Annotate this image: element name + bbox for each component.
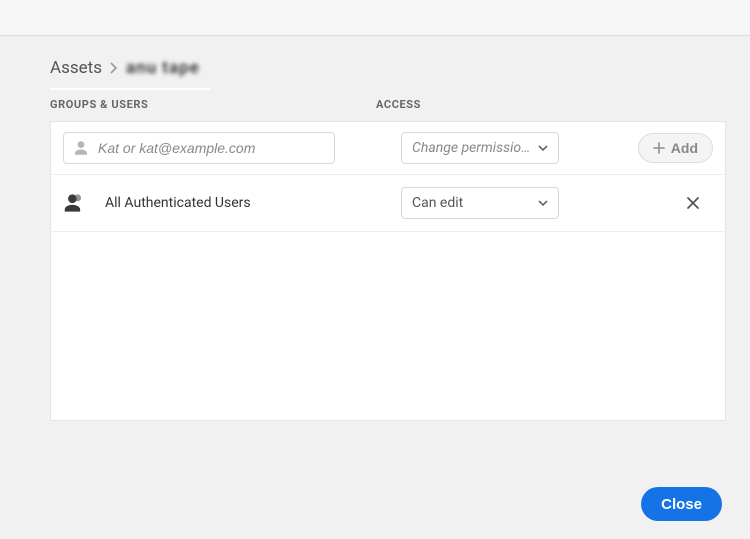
add-button-label: Add [671, 140, 698, 156]
add-button[interactable]: Add [638, 133, 713, 163]
breadcrumb-root[interactable]: Assets [50, 58, 102, 78]
permissions-panel: Change permissio… Add [50, 121, 726, 421]
breadcrumb-current: anu tape [126, 58, 200, 78]
user-icon [72, 139, 90, 157]
close-icon [686, 196, 700, 210]
close-button[interactable]: Close [641, 487, 722, 521]
permission-select-label: Can edit [412, 195, 463, 211]
column-header-access: ACCESS [376, 98, 606, 121]
permission-row-name: All Authenticated Users [87, 195, 389, 211]
chevron-right-icon [110, 62, 118, 74]
plus-icon [653, 142, 665, 154]
user-search-field-wrapper[interactable] [63, 132, 335, 164]
top-bar [0, 0, 750, 36]
remove-row-button[interactable] [673, 196, 713, 210]
permission-row: All Authenticated Users Can edit [51, 175, 725, 232]
user-search-input[interactable] [98, 140, 326, 156]
users-group-icon [63, 192, 87, 214]
column-header-groups-users: GROUPS & USERS [50, 98, 376, 121]
permission-select[interactable]: Can edit [401, 187, 559, 219]
permission-select-new-label: Change permissio… [412, 140, 530, 156]
add-user-row: Change permissio… Add [51, 122, 725, 175]
chevron-down-icon [538, 145, 548, 151]
permission-select-new[interactable]: Change permissio… [401, 132, 559, 164]
tab-underline [50, 88, 210, 90]
breadcrumb: Assets anu tape [50, 58, 726, 78]
chevron-down-icon [538, 200, 548, 206]
